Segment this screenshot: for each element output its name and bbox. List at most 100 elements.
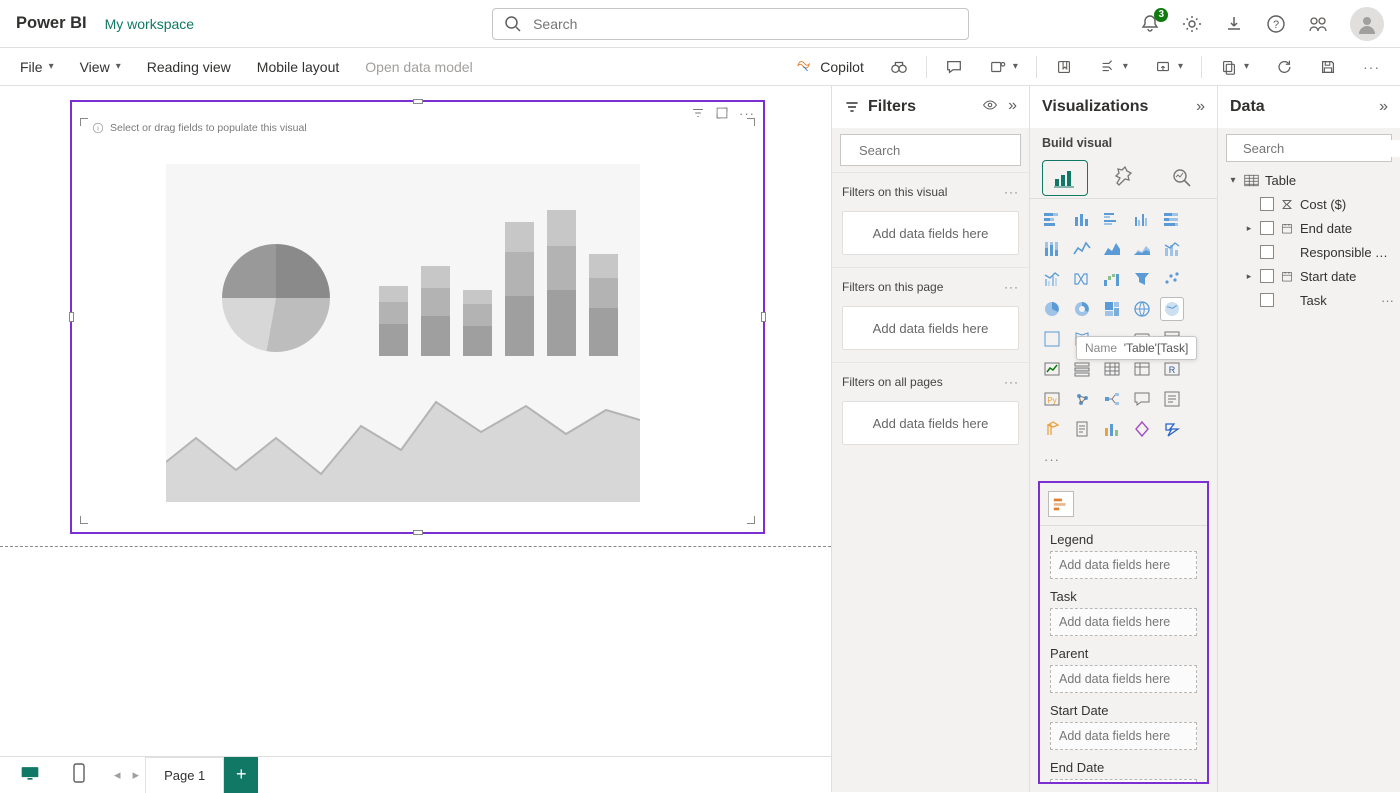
well-dropzone[interactable]: Add data fields here <box>1050 722 1197 750</box>
treemap-icon[interactable] <box>1100 297 1124 321</box>
matrix-icon[interactable] <box>1130 357 1154 381</box>
field-checkbox[interactable] <box>1260 197 1274 211</box>
stacked-area-icon[interactable] <box>1130 237 1154 261</box>
page-tab[interactable]: Page 1 <box>145 757 224 793</box>
help-icon[interactable]: ? <box>1266 14 1286 34</box>
account-manager-icon[interactable] <box>1308 14 1328 34</box>
build-visual-tab[interactable] <box>1042 160 1088 196</box>
field-checkbox[interactable] <box>1260 293 1274 307</box>
selected-visual-chip[interactable] <box>1048 491 1074 517</box>
line-stacked-icon[interactable] <box>1160 237 1184 261</box>
settings-icon[interactable] <box>1182 14 1202 34</box>
copy-button[interactable]: ▾ <box>1210 52 1259 82</box>
goals-icon[interactable] <box>1040 417 1064 441</box>
filters-search[interactable] <box>840 134 1021 166</box>
clustered-bar-icon[interactable] <box>1100 207 1124 231</box>
waterfall-icon[interactable] <box>1100 267 1124 291</box>
filter-group-more[interactable]: ··· <box>1004 280 1019 294</box>
more-ribbon-button[interactable]: ··· <box>1353 53 1390 81</box>
donut-icon[interactable] <box>1070 297 1094 321</box>
azure-map-icon[interactable] <box>1040 327 1064 351</box>
area-chart-icon[interactable] <box>1100 237 1124 261</box>
reading-view-button[interactable]: Reading view <box>137 53 241 81</box>
visual-filter-icon[interactable] <box>691 106 705 123</box>
py-visual-icon[interactable]: Py <box>1040 387 1064 411</box>
avatar[interactable] <box>1350 7 1384 41</box>
view-options-button[interactable]: ▾ <box>1089 52 1138 82</box>
desktop-view-button[interactable] <box>12 759 48 790</box>
global-search[interactable] <box>492 8 969 40</box>
view-menu[interactable]: View▾ <box>70 53 131 81</box>
power-automate-icon[interactable] <box>1160 417 1184 441</box>
data-search-input[interactable] <box>1241 140 1400 157</box>
decomposition-icon[interactable] <box>1100 387 1124 411</box>
stacked-bar-icon[interactable] <box>1040 207 1064 231</box>
field-checkbox[interactable] <box>1260 269 1274 283</box>
app-source-icon[interactable] <box>1100 417 1124 441</box>
analytics-tab[interactable] <box>1159 160 1205 196</box>
download-icon[interactable] <box>1224 14 1244 34</box>
pie-icon[interactable] <box>1040 297 1064 321</box>
kpi-icon[interactable] <box>1040 357 1064 381</box>
qa-visual-icon[interactable] <box>1130 387 1154 411</box>
filters-collapse-icon[interactable]: » <box>1008 97 1017 118</box>
filled-map-icon[interactable] <box>1160 297 1184 321</box>
funnel-icon[interactable] <box>1130 267 1154 291</box>
copilot-button[interactable]: Copilot <box>786 52 874 82</box>
hundred-bar-icon[interactable] <box>1160 207 1184 231</box>
data-field[interactable]: Task··· <box>1218 288 1400 312</box>
filter-group-more[interactable]: ··· <box>1004 375 1019 389</box>
data-table-node[interactable]: ▾ Table <box>1218 168 1400 192</box>
visual-focus-icon[interactable] <box>715 106 729 123</box>
filter-group-more[interactable]: ··· <box>1004 185 1019 199</box>
teams-button[interactable]: ▾ <box>979 52 1028 82</box>
paginated-icon[interactable] <box>1070 417 1094 441</box>
filter-dropzone-all[interactable]: Add data fields here <box>842 401 1019 445</box>
explore-button[interactable] <box>880 52 918 82</box>
file-menu[interactable]: File▾ <box>10 53 64 81</box>
well-dropzone[interactable]: Add data fields here <box>1050 551 1197 579</box>
workspace-link[interactable]: My workspace <box>105 16 194 32</box>
refresh-button[interactable] <box>1265 52 1303 82</box>
save-button[interactable] <box>1309 52 1347 82</box>
visual-container[interactable]: ··· i Select or drag fields to populate … <box>70 100 765 534</box>
data-search[interactable] <box>1226 134 1392 162</box>
clustered-column-icon[interactable] <box>1130 207 1154 231</box>
table-icon[interactable] <box>1100 357 1124 381</box>
line-clustered-icon[interactable] <box>1040 267 1064 291</box>
well-dropzone[interactable]: Add data fields here <box>1050 779 1197 784</box>
open-data-model-button[interactable]: Open data model <box>355 53 482 81</box>
data-field[interactable]: ▸Start date <box>1218 264 1400 288</box>
notifications-icon[interactable]: 3 <box>1140 14 1160 34</box>
map-icon[interactable] <box>1130 297 1154 321</box>
data-field[interactable]: Cost ($) <box>1218 192 1400 216</box>
well-dropzone[interactable]: Add data fields here <box>1050 608 1197 636</box>
data-collapse-icon[interactable]: » <box>1379 98 1388 116</box>
next-page-button[interactable]: ▸ <box>127 763 146 787</box>
filter-dropzone-visual[interactable]: Add data fields here <box>842 211 1019 255</box>
mobile-view-button[interactable] <box>64 757 94 792</box>
stacked-column-icon[interactable] <box>1070 207 1094 231</box>
field-checkbox[interactable] <box>1260 221 1274 235</box>
global-search-input[interactable] <box>531 15 958 33</box>
data-field[interactable]: ▸End date <box>1218 216 1400 240</box>
line-chart-icon[interactable] <box>1070 237 1094 261</box>
format-visual-tab[interactable] <box>1101 160 1147 196</box>
export-button[interactable]: ▾ <box>1144 52 1193 82</box>
mobile-layout-button[interactable]: Mobile layout <box>247 53 350 81</box>
narrative-icon[interactable] <box>1160 387 1184 411</box>
bookmarks-button[interactable] <box>1045 52 1083 82</box>
r-visual-icon[interactable]: R <box>1160 357 1184 381</box>
well-dropzone[interactable]: Add data fields here <box>1050 665 1197 693</box>
ribbon-chart-icon[interactable] <box>1070 267 1094 291</box>
viz-collapse-icon[interactable]: » <box>1196 98 1205 116</box>
filters-visibility-icon[interactable] <box>982 97 998 118</box>
hundred-column-icon[interactable] <box>1040 237 1064 261</box>
field-checkbox[interactable] <box>1260 245 1274 259</box>
scatter-icon[interactable] <box>1160 267 1184 291</box>
power-apps-icon[interactable] <box>1130 417 1154 441</box>
add-page-button[interactable]: + <box>224 757 258 793</box>
filters-search-input[interactable] <box>857 142 1029 159</box>
key-influencers-icon[interactable] <box>1070 387 1094 411</box>
comments-button[interactable] <box>935 52 973 82</box>
